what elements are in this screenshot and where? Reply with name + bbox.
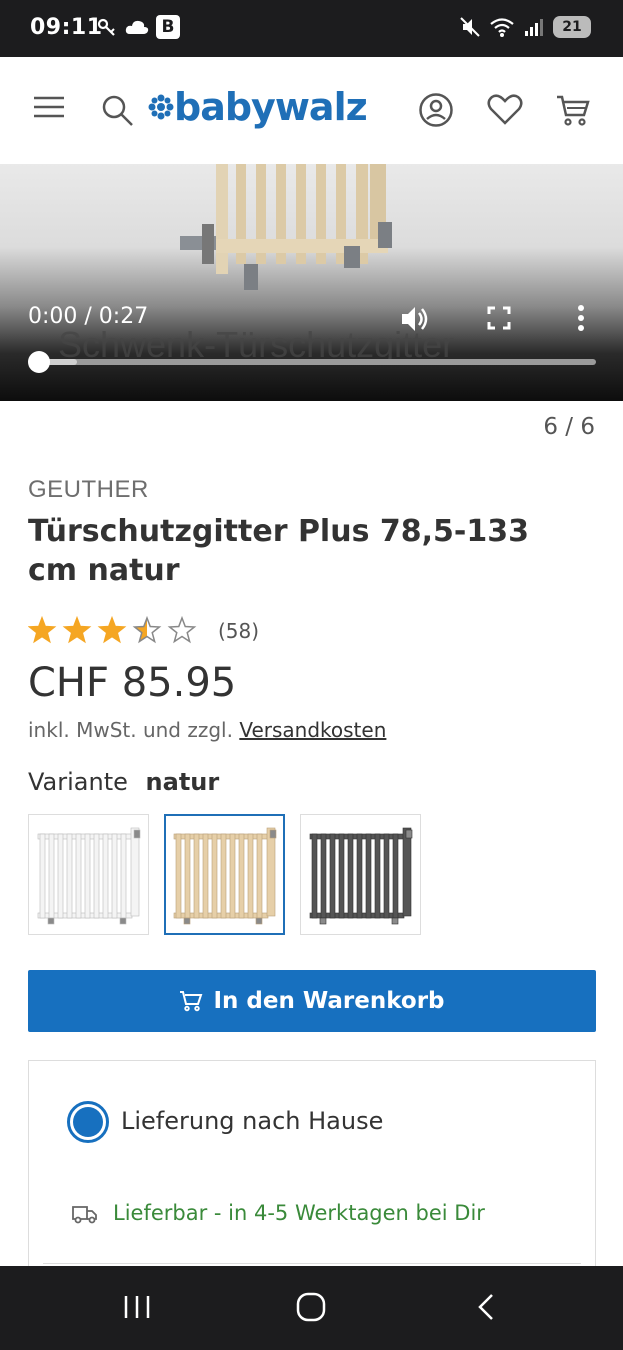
- more-options-icon[interactable]: [576, 304, 586, 332]
- cloud-icon: [125, 20, 149, 34]
- home-delivery-radio[interactable]: [67, 1101, 109, 1143]
- status-bar: 09:11 B 21: [0, 0, 623, 57]
- truck-icon: [72, 1206, 97, 1224]
- white-gate-thumbnail: [37, 827, 140, 924]
- rating-star: [97, 616, 127, 644]
- logo-flower-icon: [148, 94, 174, 120]
- variant-swatch-white[interactable]: [28, 814, 149, 935]
- delivery-options: Lieferung nach Hause Lieferbar - in 4-5 …: [28, 1060, 596, 1300]
- product-video-player[interactable]: Schwenk-Türschutzgitter 0:00 / 0:27: [0, 164, 623, 401]
- variant-label: Variante: [28, 768, 128, 796]
- home-icon[interactable]: [296, 1292, 326, 1322]
- add-to-cart-label: In den Warenkorb: [213, 988, 445, 1014]
- menu-icon[interactable]: [33, 95, 65, 119]
- heart-icon[interactable]: [487, 94, 523, 126]
- anthracite-gate-thumbnail: [309, 827, 412, 924]
- fullscreen-icon[interactable]: [487, 306, 511, 330]
- search-icon[interactable]: [101, 94, 135, 128]
- battery-indicator: 21: [553, 16, 591, 38]
- rating-star: [167, 616, 197, 644]
- product-rating[interactable]: (58): [28, 616, 259, 646]
- volume-icon[interactable]: [400, 305, 432, 333]
- back-icon[interactable]: [474, 1292, 498, 1322]
- natur-gate-thumbnail: [173, 827, 276, 924]
- account-icon[interactable]: [418, 92, 454, 128]
- status-time: 09:11: [30, 15, 103, 40]
- video-progress-bar[interactable]: [38, 359, 596, 365]
- tax-note: inkl. MwSt. und zzgl. Versandkosten: [28, 718, 386, 742]
- home-delivery-label[interactable]: Lieferung nach Hause: [121, 1107, 383, 1135]
- cart-icon: [180, 991, 203, 1012]
- availability-text: Lieferbar - in 4-5 Werktagen bei Dir: [113, 1201, 485, 1225]
- gallery-counter: 6 / 6: [543, 414, 595, 440]
- wifi-icon: [490, 18, 514, 37]
- gate-video-frame: [180, 164, 392, 290]
- product-price: CHF 85.95: [28, 660, 237, 706]
- variant-swatches: [28, 814, 421, 935]
- app-badge: B: [156, 15, 180, 39]
- variant-selector-label: Variante natur: [28, 768, 219, 796]
- system-navigation-bar: [0, 1266, 623, 1350]
- add-to-cart-button[interactable]: In den Warenkorb: [28, 970, 596, 1032]
- variant-swatch-natur[interactable]: [164, 814, 285, 935]
- rating-star: [28, 616, 57, 644]
- tax-note-text: inkl. MwSt. und zzgl.: [28, 718, 233, 742]
- rating-star: [62, 616, 92, 644]
- product-title: Türschutzgitter Plus 78,5-133 cm natur: [28, 514, 529, 588]
- video-progress-knob[interactable]: [28, 351, 50, 373]
- shipping-costs-link[interactable]: Versandkosten: [239, 718, 386, 742]
- babywalz-logo[interactable]: babywalz: [148, 85, 368, 129]
- variant-value: natur: [145, 768, 220, 796]
- product-brand[interactable]: GEUTHER: [28, 476, 149, 504]
- divider: [43, 1263, 581, 1264]
- review-count[interactable]: (58): [218, 619, 259, 643]
- mute-icon: [460, 17, 480, 37]
- logo-text: babywalz: [174, 85, 368, 129]
- variant-swatch-anthracite[interactable]: [300, 814, 421, 935]
- rating-star: [132, 616, 162, 644]
- key-icon: [97, 18, 115, 36]
- signal-icon: [525, 19, 543, 36]
- recent-apps-icon[interactable]: [122, 1292, 152, 1322]
- video-time: 0:00 / 0:27: [28, 304, 149, 329]
- rating-stars: [28, 616, 197, 644]
- site-header: babywalz: [0, 57, 623, 164]
- cart-icon[interactable]: [555, 94, 591, 128]
